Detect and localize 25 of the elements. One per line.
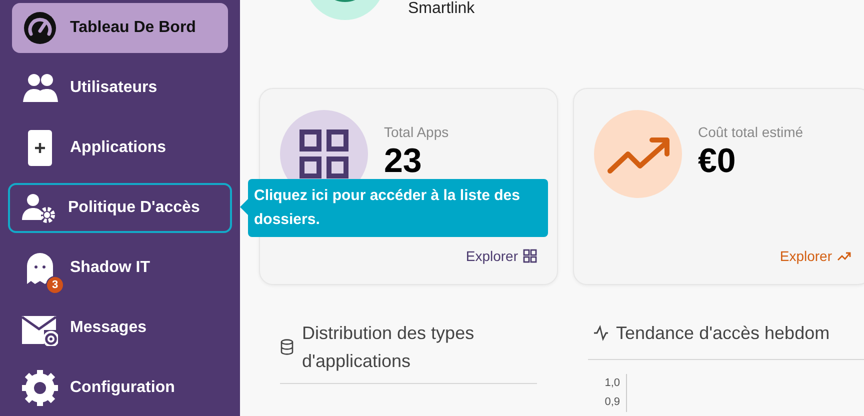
stat-value: 23 (384, 142, 423, 181)
gauge-icon (22, 10, 58, 46)
panel-title: Distribution des types d'applications (302, 322, 476, 373)
sidebar-item[interactable]: Utilisateurs (12, 63, 228, 113)
explore-link[interactable]: Explorer (780, 248, 851, 264)
stat-label: Total Apps (384, 124, 449, 140)
activity-icon (594, 325, 608, 341)
gear-icon (22, 370, 58, 406)
org-name: Smartlink (408, 0, 475, 18)
explore-link[interactable]: Explorer (466, 248, 537, 264)
sidebar-item[interactable]: Politique D'accès (8, 183, 232, 233)
grid-icon (523, 249, 537, 263)
stat-label: Coût total estimé (698, 124, 804, 140)
panel-title: Tendance d'accès hebdom (616, 322, 830, 345)
axis-tick-label: 0,9 (604, 395, 620, 410)
sidebar-item[interactable]: Tableau De Bord (12, 3, 228, 53)
sidebar-item[interactable]: Configuration (12, 363, 228, 413)
sidebar-item[interactable]: 3 Shadow IT (12, 243, 228, 293)
axis-tick-label: 1,0 (604, 376, 620, 391)
sidebar-item[interactable]: Messages (12, 303, 228, 353)
count-badge: 3 (46, 276, 64, 294)
sidebar-item[interactable]: Applications (12, 123, 228, 173)
stat-value: €0 (698, 142, 737, 181)
tooltip: Cliquez ici pour accéder à la liste des dossiers. (248, 179, 548, 237)
database-icon (280, 339, 294, 355)
